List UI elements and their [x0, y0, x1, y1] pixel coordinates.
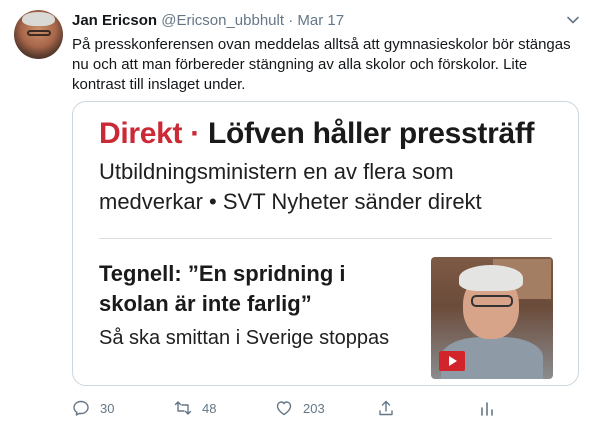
live-label: Direkt: [99, 117, 183, 150]
retweet-icon: [174, 401, 192, 415]
separator: ·: [288, 12, 294, 29]
card-headline: Direkt · Löfven håller pressträff: [99, 116, 535, 152]
thumbnail-glasses: [471, 295, 513, 307]
play-icon[interactable]: [439, 351, 465, 371]
tweet-actions: 30 48 203: [72, 398, 572, 418]
card-subheadline: Utbildningsministern en av flera som med…: [99, 159, 482, 214]
card-divider: [99, 238, 552, 239]
avatar-hair: [22, 12, 55, 26]
retweet-button[interactable]: 48: [174, 398, 216, 418]
avatar-glasses: [27, 30, 51, 36]
user-handle[interactable]: @Ericson_ubbhult: [161, 12, 284, 29]
avatar[interactable]: [14, 10, 63, 59]
story-subtitle: Så ska smittan i Sverige stoppas: [99, 327, 390, 349]
headline-separator: ·: [182, 117, 208, 150]
like-count: 203: [303, 400, 325, 416]
reply-icon: [73, 400, 89, 416]
story-title: Tegnell: ”En spridning i skolan är inte …: [99, 261, 346, 316]
tweet-date[interactable]: Mar 17: [297, 12, 344, 29]
reply-count: 30: [100, 400, 115, 416]
like-button[interactable]: 203: [275, 398, 325, 418]
share-icon: [379, 400, 393, 416]
headline-text: Löfven håller pressträff: [208, 117, 535, 150]
thumbnail-hair: [459, 265, 523, 291]
tweet: Jan Ericson @Ericson_ubbhult · Mar 17 På…: [0, 0, 596, 426]
story-thumbnail[interactable]: [431, 257, 553, 379]
analytics-button[interactable]: [478, 398, 506, 418]
retweet-count: 48: [202, 400, 217, 416]
display-name[interactable]: Jan Ericson: [72, 12, 157, 29]
tweet-text: På presskonferensen ovan meddelas alltså…: [72, 36, 571, 93]
share-button[interactable]: [377, 398, 405, 418]
like-icon: [276, 401, 292, 416]
analytics-icon: [481, 402, 493, 416]
tweet-header: Jan Ericson @Ericson_ubbhult · Mar 17: [72, 11, 344, 31]
chevron-down-icon[interactable]: [566, 13, 580, 27]
link-card[interactable]: Direkt · Löfven håller pressträff Utbild…: [72, 101, 579, 386]
reply-button[interactable]: 30: [72, 398, 114, 418]
